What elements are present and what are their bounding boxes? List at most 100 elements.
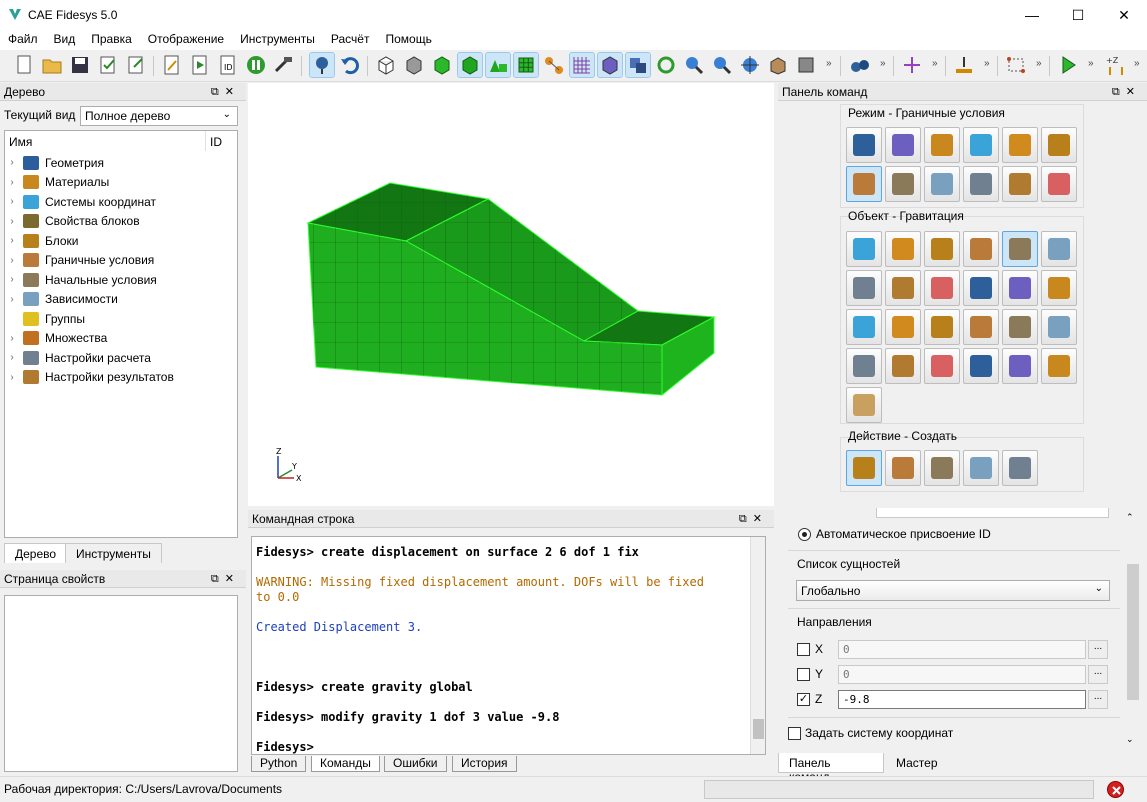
stop-icon[interactable] (1107, 781, 1124, 798)
refresh-icon[interactable] (654, 53, 678, 77)
maximize-button[interactable]: ☐ (1055, 0, 1101, 30)
expand-arrow-icon[interactable]: › (5, 177, 19, 188)
tree-item[interactable]: › Блоки (5, 231, 79, 250)
expand-arrow-icon[interactable]: › (5, 196, 19, 207)
open-folder-icon[interactable] (40, 53, 64, 77)
box-icon[interactable] (766, 53, 790, 77)
expand-arrow-icon[interactable]: › (5, 157, 19, 168)
object-button[interactable] (885, 231, 921, 267)
expand-arrow-icon[interactable]: › (5, 216, 19, 227)
direction-checkbox[interactable] (797, 643, 810, 656)
save-icon[interactable] (68, 53, 92, 77)
name-field[interactable] (876, 508, 1109, 518)
tab-command-panel[interactable]: Панель команд (778, 753, 884, 784)
object-button[interactable] (963, 348, 999, 384)
mode-button[interactable] (924, 166, 960, 202)
sort-icon[interactable]: +Z (1104, 53, 1128, 77)
menu-display[interactable]: Отображение (140, 30, 232, 50)
tree-item[interactable]: › Системы координат (5, 192, 156, 211)
mode-button[interactable] (963, 166, 999, 202)
menu-tools[interactable]: Инструменты (232, 30, 323, 50)
hidden-line-icon[interactable] (402, 53, 426, 77)
tree-item[interactable]: › Множества (5, 329, 107, 348)
mode-button[interactable] (963, 127, 999, 163)
mode-button[interactable] (1002, 166, 1038, 202)
query-icon[interactable] (309, 52, 335, 78)
object-button[interactable] (885, 309, 921, 345)
mode-button[interactable] (1002, 127, 1038, 163)
command-console[interactable]: Fidesys> create displacement on surface … (251, 536, 766, 755)
mode-button[interactable] (1041, 166, 1077, 202)
pause-icon[interactable] (244, 53, 268, 77)
expand-arrow-icon[interactable]: › (5, 235, 19, 246)
journal-icon[interactable] (160, 53, 184, 77)
direction-browse-button[interactable]: ... (1088, 640, 1108, 659)
tab-wizard[interactable]: Мастер (886, 753, 946, 773)
menu-edit[interactable]: Правка (83, 30, 140, 50)
object-button[interactable] (846, 231, 882, 267)
mode-button[interactable] (924, 127, 960, 163)
expand-arrow-icon[interactable]: › (5, 352, 19, 363)
mode-button[interactable] (885, 166, 921, 202)
object-button[interactable] (963, 309, 999, 345)
object-button[interactable] (846, 270, 882, 306)
tab-errors[interactable]: Ошибки (384, 756, 447, 772)
run-icon[interactable] (1056, 53, 1080, 77)
tree-item[interactable]: › Зависимости (5, 290, 118, 309)
zoom-in-icon[interactable] (682, 53, 706, 77)
smooth-shade-icon[interactable] (430, 53, 454, 77)
mode-button[interactable] (846, 127, 882, 163)
form-scrollbar[interactable]: ⌃ ⌄ (1126, 512, 1140, 748)
action-button[interactable] (963, 450, 999, 486)
mode-button[interactable] (885, 127, 921, 163)
menu-help[interactable]: Помощь (377, 30, 439, 50)
expand-arrow-icon[interactable]: › (5, 333, 19, 344)
section-view-icon[interactable] (625, 52, 651, 78)
object-button[interactable] (1002, 309, 1038, 345)
boundary-icon[interactable] (952, 53, 976, 77)
object-button[interactable] (924, 309, 960, 345)
tree-item[interactable]: › Геометрия (5, 153, 104, 172)
object-button[interactable] (1002, 231, 1038, 267)
new-file-icon[interactable] (12, 53, 36, 77)
object-button[interactable] (885, 270, 921, 306)
object-button[interactable] (924, 270, 960, 306)
menu-calculation[interactable]: Расчёт (323, 30, 378, 50)
object-button[interactable] (963, 270, 999, 306)
tree-item[interactable]: › Настройки расчета (5, 348, 151, 367)
action-button[interactable] (924, 450, 960, 486)
render-icon[interactable] (794, 53, 818, 77)
column-id-header[interactable]: ID (210, 135, 222, 149)
direction-value-input[interactable]: 0 (838, 665, 1086, 684)
tree-item[interactable]: › Настройки результатов (5, 368, 174, 387)
tab-commands[interactable]: Команды (311, 756, 380, 772)
node-graph-icon[interactable] (542, 53, 566, 77)
expand-arrow-icon[interactable]: › (5, 255, 19, 266)
object-button[interactable] (1041, 348, 1077, 384)
menu-view[interactable]: Вид (46, 30, 84, 50)
expand-arrow-icon[interactable]: › (5, 294, 19, 305)
save-check-icon[interactable] (96, 53, 120, 77)
tree-item[interactable]: › Граничные условия (5, 251, 154, 270)
direction-checkbox[interactable]: ✓ (797, 693, 810, 706)
object-button[interactable] (1002, 348, 1038, 384)
object-button[interactable] (846, 387, 882, 423)
direction-value-input[interactable]: -9.8 (838, 690, 1086, 709)
current-view-select[interactable]: Полное дерево ⌄ (80, 106, 238, 126)
tree-item[interactable]: › Начальные условия (5, 270, 157, 289)
tree-item[interactable]: › Свойства блоков (5, 212, 140, 231)
assembly-icon[interactable] (848, 53, 872, 77)
panel-float-close-icon[interactable]: ⧉✕ (211, 85, 240, 99)
object-button[interactable] (846, 309, 882, 345)
measure-icon[interactable] (1004, 53, 1028, 77)
play-script-icon[interactable] (188, 53, 212, 77)
shape-display-icon[interactable] (485, 52, 511, 78)
expand-arrow-icon[interactable] (5, 313, 19, 324)
zoom-out-icon[interactable] (710, 53, 734, 77)
menu-file[interactable]: Файл (0, 30, 46, 50)
add-point-icon[interactable] (900, 53, 924, 77)
object-button[interactable] (1041, 309, 1077, 345)
action-button[interactable] (885, 450, 921, 486)
tree-item[interactable]: Группы (5, 309, 85, 328)
tab-python[interactable]: Python (251, 756, 307, 772)
